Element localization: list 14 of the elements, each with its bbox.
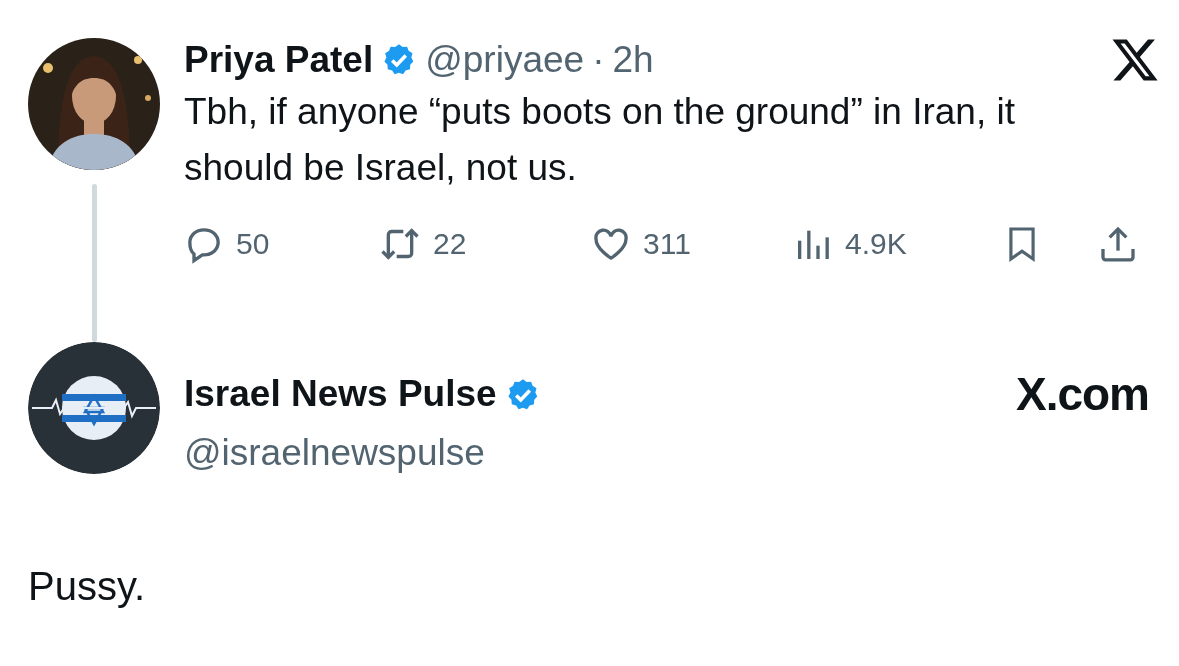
site-label: X.com [1015, 367, 1149, 422]
views-count: 4.9K [845, 226, 907, 262]
reply-text: Pussy. [28, 563, 147, 610]
separator-dot: · [592, 39, 605, 81]
author-name: Priya Patel [184, 39, 374, 81]
author-name: Israel News Pulse [184, 374, 497, 415]
like-count: 311 [643, 226, 691, 262]
author-handle: @israelnewspulse [184, 433, 486, 474]
post-time: 2h [612, 39, 654, 81]
x-logo-icon[interactable] [1112, 38, 1158, 82]
reply-count: 50 [236, 226, 270, 262]
author-handle: @priyaee [425, 39, 585, 81]
post-text: Tbh, if anyone “puts boots on the ground” in Iran, it should be Israel, not us. [184, 90, 1016, 190]
retweet-count: 22 [433, 226, 467, 262]
